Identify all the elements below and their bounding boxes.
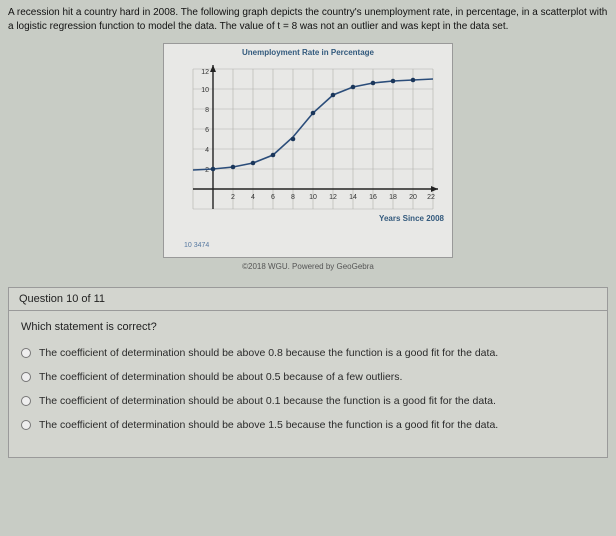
svg-text:10: 10 [309, 194, 317, 201]
option-row[interactable]: The coefficient of determination should … [21, 395, 595, 407]
question-prompt: Which statement is correct? [21, 321, 595, 333]
radio-icon[interactable] [21, 396, 31, 406]
svg-text:2: 2 [231, 194, 235, 201]
option-label: The coefficient of determination should … [39, 419, 498, 431]
radio-icon[interactable] [21, 372, 31, 382]
chart-area: Unemployment Rate in Percentage [8, 43, 608, 258]
svg-text:2: 2 [205, 167, 209, 174]
svg-text:18: 18 [389, 194, 397, 201]
chart-legend: 10 3474 [184, 242, 209, 249]
svg-text:16: 16 [369, 194, 377, 201]
option-row[interactable]: The coefficient of determination should … [21, 419, 595, 431]
svg-text:6: 6 [271, 194, 275, 201]
svg-text:8: 8 [205, 107, 209, 114]
chart-xlabel: Years Since 2008 [379, 214, 444, 223]
svg-text:12: 12 [201, 69, 209, 76]
svg-text:4: 4 [251, 194, 255, 201]
radio-icon[interactable] [21, 420, 31, 430]
chart-svg: 2 4 6 8 10 12 2 4 6 8 10 12 14 16 [173, 59, 443, 229]
option-label: The coefficient of determination should … [39, 347, 498, 359]
radio-icon[interactable] [21, 348, 31, 358]
option-row[interactable]: The coefficient of determination should … [21, 347, 595, 359]
svg-text:10: 10 [201, 87, 209, 94]
svg-text:8: 8 [291, 194, 295, 201]
svg-text:6: 6 [205, 127, 209, 134]
svg-text:14: 14 [349, 194, 357, 201]
option-row[interactable]: The coefficient of determination should … [21, 371, 595, 383]
svg-text:20: 20 [409, 194, 417, 201]
option-label: The coefficient of determination should … [39, 395, 496, 407]
chart-title: Unemployment Rate in Percentage [170, 48, 446, 57]
problem-text: A recession hit a country hard in 2008. … [8, 6, 608, 33]
question-progress-label: Question 10 of 11 [8, 287, 608, 311]
svg-text:12: 12 [329, 194, 337, 201]
chart-box: Unemployment Rate in Percentage [163, 43, 453, 258]
option-label: The coefficient of determination should … [39, 371, 402, 383]
question-body: Which statement is correct? The coeffici… [8, 311, 608, 458]
svg-text:22: 22 [427, 194, 435, 201]
attribution-text: ©2018 WGU. Powered by GeoGebra [8, 262, 608, 271]
svg-text:4: 4 [205, 147, 209, 154]
